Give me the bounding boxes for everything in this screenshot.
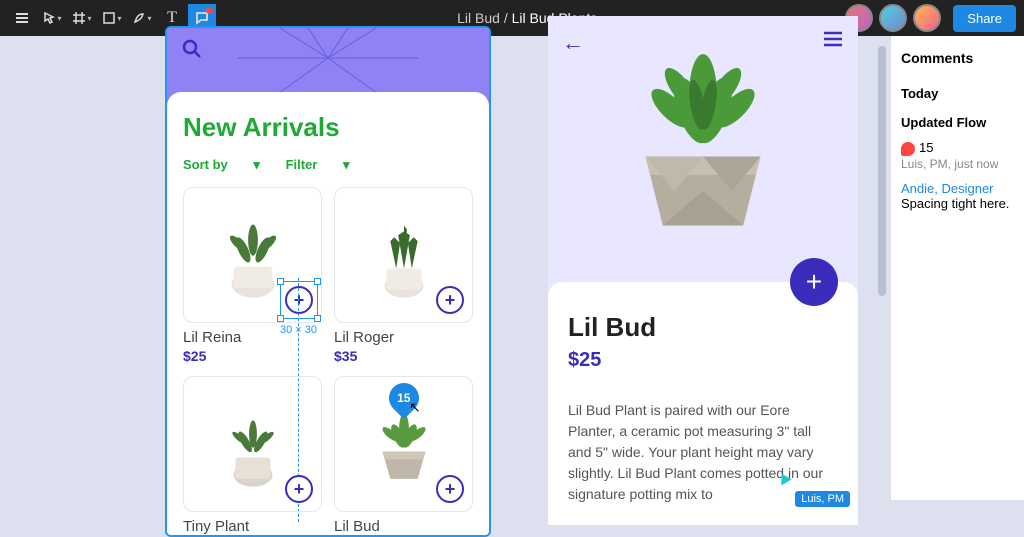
share-button[interactable]: Share [953, 5, 1016, 32]
sort-button[interactable]: Sort by ▾ [183, 157, 260, 172]
comment-author: Andie, Designer [901, 181, 994, 196]
hero-plant-image [588, 30, 818, 260]
shape-tool-icon[interactable]: ▾ [98, 4, 126, 32]
arrivals-title: New Arrivals [183, 112, 473, 143]
notification-dot-icon [206, 7, 213, 14]
back-icon[interactable]: ← [562, 30, 584, 56]
add-button[interactable]: + [436, 475, 464, 503]
selection-handles[interactable] [277, 278, 321, 322]
arrivals-body: New Arrivals Sort by ▾ Filter ▾ + 30 × 3… [167, 92, 489, 535]
detail-body: + Lil Bud $25 Lil Bud Plant is paired wi… [548, 282, 858, 525]
product-name: Lil Bud [334, 518, 473, 535]
product-card[interactable]: + 30 × 30 [183, 187, 322, 323]
breadcrumb-folder: Lil Bud [457, 10, 500, 26]
detail-hero: ← [548, 16, 858, 296]
detail-title: Lil Bud [568, 312, 838, 343]
product-card[interactable]: + [183, 376, 322, 512]
pen-tool-icon[interactable]: ▾ [128, 4, 156, 32]
detail-description: Lil Bud Plant is paired with our Eore Pl… [568, 400, 838, 505]
product-card[interactable]: + 15 ↖ [334, 376, 473, 512]
plant-image [354, 206, 454, 304]
product-name: Lil Roger [334, 329, 473, 346]
scrollbar[interactable] [878, 46, 886, 296]
selection-dimensions: 30 × 30 [280, 324, 317, 336]
comments-today-label: Today [901, 86, 1014, 101]
comment-pin-icon [901, 142, 915, 156]
search-icon[interactable] [181, 47, 203, 64]
avatar[interactable] [913, 4, 941, 32]
comment-item[interactable]: Andie, Designer Spacing tight here. [901, 181, 1014, 211]
collaborator-cursor-tag: Luis, PM [795, 491, 850, 507]
sort-filter-row: Sort by ▾ Filter ▾ [183, 157, 473, 173]
frame-tool-icon[interactable]: ▾ [68, 4, 96, 32]
comment-text: Spacing tight here. [901, 196, 1009, 211]
filter-button[interactable]: Filter ▾ [286, 157, 350, 172]
detail-price: $25 [568, 349, 838, 372]
top-toolbar: ▾ ▾ ▾ ▾ T Lil Bud / Lil Bud Plants ▾ Sha… [0, 0, 1024, 36]
comment-item[interactable]: 15 Luis, PM, just now [901, 140, 1014, 171]
canvas[interactable]: New Arrivals Sort by ▾ Filter ▾ + 30 × 3… [0, 36, 886, 500]
comments-flow-title: Updated Flow [901, 115, 1014, 130]
add-button[interactable]: + [436, 286, 464, 314]
frame-detail[interactable]: ← [548, 16, 858, 525]
comment-meta: Luis, PM, just now [901, 157, 998, 171]
fab-add-button[interactable]: + [790, 258, 838, 306]
pointer-tool-icon[interactable]: ▾ [38, 4, 66, 32]
product-grid: + 30 × 30 Lil Reina $25 + [183, 187, 473, 535]
collaborator-avatars [845, 4, 941, 32]
hamburger-icon[interactable] [822, 30, 844, 53]
avatar[interactable] [879, 4, 907, 32]
product-price: $25 [183, 348, 322, 364]
product-card[interactable]: + [334, 187, 473, 323]
add-button[interactable]: + [285, 475, 313, 503]
comments-panel: Comments Today Updated Flow 15 Luis, PM,… [890, 36, 1024, 500]
product-name: Tiny Plant [183, 518, 322, 535]
plant-image [203, 395, 303, 493]
product-price: $35 [334, 348, 473, 364]
comments-header: Comments [901, 50, 1014, 66]
cursor-icon: ↖ [409, 399, 421, 416]
frame-arrivals[interactable]: New Arrivals Sort by ▾ Filter ▾ + 30 × 3… [165, 26, 491, 537]
menu-icon[interactable] [8, 4, 36, 32]
